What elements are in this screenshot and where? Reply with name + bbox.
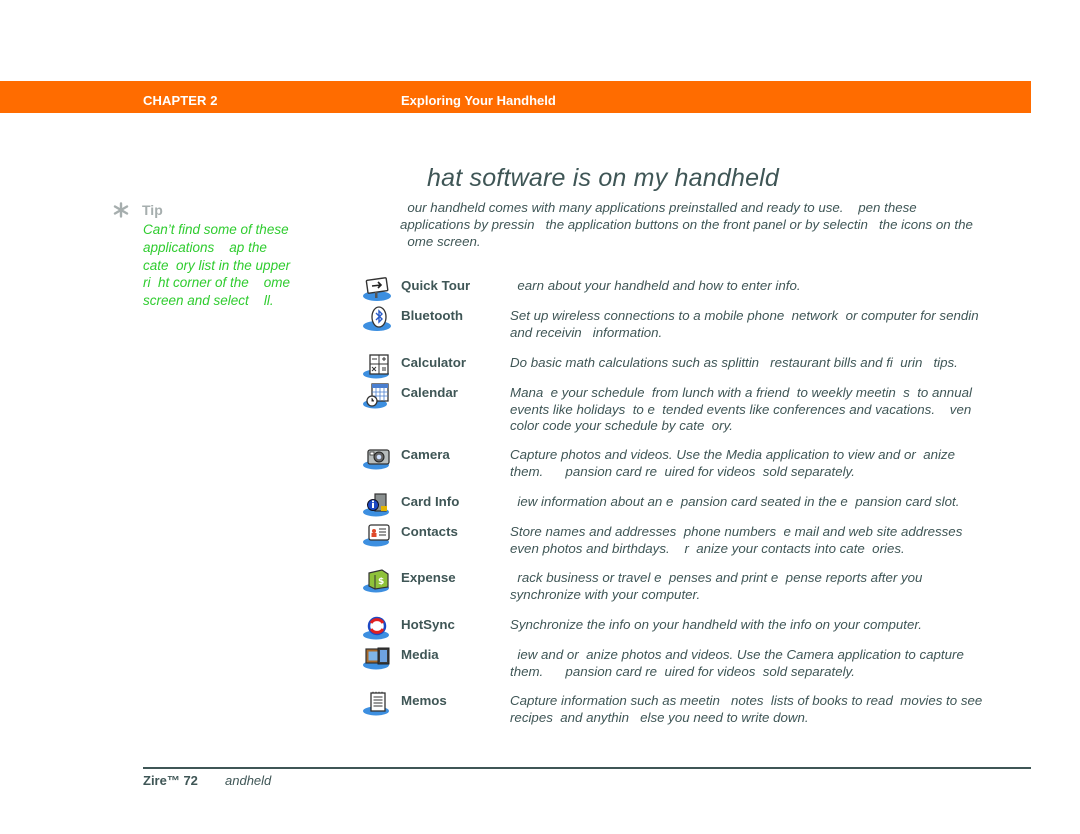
page-heading: hat software is on my handheld: [427, 164, 780, 192]
app-name: Camera: [401, 447, 450, 462]
card-info-icon: [362, 492, 394, 518]
app-description: Set up wireless connections to a mobile …: [510, 308, 979, 340]
chapter-title: Exploring Your Handheld: [401, 93, 556, 108]
app-description: Capture information such as meetin notes…: [510, 693, 983, 725]
app-description: Store names and addresses phone numbers …: [510, 524, 963, 556]
intro-paragraph: our handheld comes with many application…: [400, 200, 973, 249]
app-description: Do basic math calculations such as split…: [510, 355, 958, 370]
app-name: Bluetooth: [401, 308, 464, 323]
app-description: earn about your handheld and how to ente…: [510, 278, 801, 293]
app-name: Contacts: [401, 524, 458, 539]
tip-label: Tip: [142, 202, 163, 218]
app-description: rack business or travel e penses and pri…: [510, 570, 923, 602]
app-name: Card Info: [401, 494, 460, 509]
media-icon: [362, 645, 394, 671]
contacts-icon: [362, 522, 394, 548]
tip-text: Can’t find some of these applications ap…: [143, 222, 291, 309]
bluetooth-icon: [362, 306, 394, 332]
tip-sidebar: Tip Can’t find some of these application…: [113, 201, 313, 310]
app-name: Expense: [401, 570, 456, 585]
expense-icon: $: [362, 568, 394, 594]
calculator-icon: [362, 353, 394, 379]
app-description: Synchronize the info on your handheld wi…: [510, 617, 922, 632]
app-name: Memos: [401, 693, 447, 708]
app-name: HotSync: [401, 617, 455, 632]
app-description: iew information about an e pansion card …: [510, 494, 960, 509]
camera-icon: [362, 445, 394, 471]
app-name: Calendar: [401, 385, 458, 400]
app-description: Mana e your schedule from lunch with a f…: [510, 385, 972, 433]
app-name: Calculator: [401, 355, 467, 370]
quick-tour-icon: [362, 276, 394, 302]
asterisk-icon: [113, 202, 129, 218]
calendar-icon: [362, 383, 394, 409]
chapter-number: CHAPTER 2: [143, 93, 218, 108]
app-name: Media: [401, 647, 439, 662]
svg-text:$: $: [378, 577, 384, 587]
memos-icon: [362, 691, 394, 717]
footer-divider: [143, 767, 1031, 769]
app-description: iew and or anize photos and videos. Use …: [510, 647, 964, 679]
footer-product-suffix: andheld: [225, 773, 272, 788]
hotsync-icon: [362, 615, 394, 641]
footer-product-name: Zire™ 72: [143, 773, 198, 788]
app-name: Quick Tour: [401, 278, 471, 293]
app-description: Capture photos and videos. Use the Media…: [510, 447, 955, 479]
